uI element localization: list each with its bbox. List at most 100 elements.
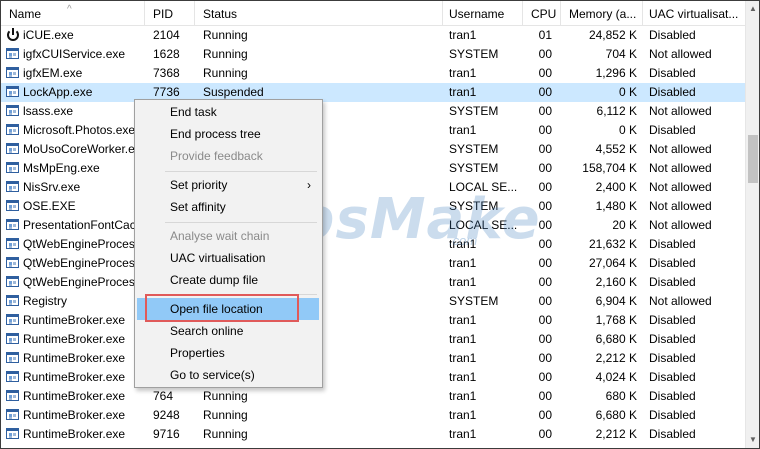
scroll-up-arrow-icon[interactable]: ▲ [746,1,759,17]
process-cpu: 00 [538,408,552,422]
process-window-icon [6,257,19,268]
process-uac: Not allowed [649,199,712,213]
table-row[interactable]: igfxEM.exe 7368 Running tran1 00 1,296 K Disab… [1,64,745,83]
process-name: Registry [23,294,68,308]
table-row[interactable]: RuntimeBroker.exe tran1 00 4,024 K Disabled [1,368,745,387]
process-name: lsass.exe [23,104,74,118]
process-window-icon [6,352,19,363]
process-name: MoUsoCoreWorker.exe [23,142,135,156]
column-header-cpu[interactable]: CPU [523,1,561,25]
table-row[interactable]: MsMpEng.exe SYSTEM 00 158,704 K Not allowed [1,159,745,178]
column-header-memory[interactable]: Memory (a... [561,1,643,25]
process-memory: 680 K [605,389,637,403]
table-row[interactable]: RuntimeBroker.exe 9716 Running tran1 00 2,212… [1,425,745,444]
table-row[interactable]: RuntimeBroker.exe tran1 00 6,680 K Disabled [1,330,745,349]
table-row[interactable]: QtWebEngineProcess.exe tran1 00 27,064 K Dis… [1,254,745,273]
process-username: tran1 [449,123,477,137]
process-memory: 1,296 K [595,66,637,80]
process-window-icon [6,276,19,287]
process-username: tran1 [449,351,477,365]
table-row[interactable]: RuntimeBroker.exe 9248 Running tran1 00 6,680… [1,406,745,425]
menu-item-provide-feedback: Provide feedback [137,145,319,167]
process-name: RuntimeBroker.exe [23,351,126,365]
table-row[interactable]: iCUE.exe 2104 Running tran1 01 24,852 K Disabl… [1,26,745,45]
highlight-callout-box [145,294,299,322]
vertical-scrollbar[interactable]: ▲ ▼ [745,1,759,448]
task-manager-details: Name ^ PID Status Username CPU Memory (a… [0,0,760,449]
menu-item-go-to-services[interactable]: Go to service(s) [137,364,319,386]
menu-item-end-process-tree[interactable]: End process tree [137,123,319,145]
column-header-username[interactable]: Username [441,1,523,25]
table-row[interactable]: QtWebEngineProcess.exe tran1 00 2,160 K Disa… [1,273,745,292]
process-username: tran1 [449,66,477,80]
process-window-icon [6,67,19,78]
process-uac: Disabled [649,408,696,422]
menu-item-analyse-wait-chain: Analyse wait chain [137,225,319,247]
menu-item-search-online[interactable]: Search online [137,320,319,342]
process-cpu: 00 [538,47,552,61]
process-cpu: 00 [538,389,552,403]
process-username: SYSTEM [449,47,499,61]
table-row[interactable]: MoUsoCoreWorker.exe SYSTEM 00 4,552 K Not al… [1,140,745,159]
menu-item-label: End task [170,105,217,119]
process-window-icon [6,390,19,401]
process-window-icon [6,238,19,249]
column-header-name[interactable]: Name ^ [1,1,145,25]
process-name: RuntimeBroker.exe [23,313,126,327]
process-name: LockApp.exe [23,85,93,99]
column-uac-label: UAC virtualisat... [649,7,739,21]
table-row[interactable]: RuntimeBroker.exe 764 Running tran1 00 680 K D… [1,387,745,406]
sort-up-icon: ^ [67,4,72,15]
process-name: MsMpEng.exe [23,161,100,175]
process-uac: Disabled [649,237,696,251]
table-row[interactable]: igfxCUIService.exe 1628 Running SYSTEM 00 704… [1,45,745,64]
table-row[interactable]: RuntimeBroker.exe tran1 00 1,768 K Disabled [1,311,745,330]
menu-item-set-priority[interactable]: Set priority › [137,174,319,196]
process-name: OSE.EXE [23,199,76,213]
menu-item-uac-virtualisation[interactable]: UAC virtualisation [137,247,319,269]
watermark-suffix: .com [449,233,478,248]
process-memory: 6,112 K [596,104,637,118]
process-memory: 24,852 K [588,28,637,42]
table-row[interactable]: RuntimeBroker.exe tran1 00 2,212 K Disabled [1,349,745,368]
menu-item-properties[interactable]: Properties [137,342,319,364]
process-name: NisSrv.exe [23,180,81,194]
process-window-icon [6,295,19,306]
chevron-right-icon: › [307,178,311,192]
scrollbar-thumb[interactable] [748,135,758,183]
process-username: SYSTEM [449,142,499,156]
process-window-icon [6,162,19,173]
process-name: igfxCUIService.exe [23,47,126,61]
column-pid-label: PID [153,7,174,21]
process-cpu: 00 [538,313,552,327]
column-name-label: Name [9,7,42,21]
process-username: tran1 [449,85,477,99]
menu-item-create-dump-file[interactable]: Create dump file [137,269,319,291]
process-memory: 6,680 K [595,408,637,422]
column-header-pid[interactable]: PID [145,1,195,25]
process-uac: Not allowed [649,161,712,175]
process-pid: 1628 [153,47,180,61]
menu-item-label: Analyse wait chain [170,229,270,243]
column-header-status[interactable]: Status [195,1,443,25]
process-window-icon [6,124,19,135]
process-cpu: 00 [538,275,552,289]
process-name: QtWebEngineProcess.exe [23,237,135,251]
process-name: QtWebEngineProcess.exe [23,275,135,289]
process-uac: Not allowed [649,104,712,118]
process-memory: 4,024 K [595,370,637,384]
column-header-uac[interactable]: UAC virtualisat... [641,1,745,25]
table-row[interactable]: Registry SYSTEM 00 6,904 K Not allowed [1,292,745,311]
process-username: tran1 [449,370,477,384]
table-row[interactable]: lsass.exe SYSTEM 00 6,112 K Not allowed [1,102,745,121]
process-memory: 20 K [612,218,637,232]
menu-item-set-affinity[interactable]: Set affinity [137,196,319,218]
table-row[interactable]: LockApp.exe 7736 Suspended tran1 00 0 K Disabl… [1,83,745,102]
process-uac: Disabled [649,256,696,270]
process-name: PresentationFontCache.exe [23,218,135,232]
table-row[interactable]: Microsoft.Photos.exe tran1 00 0 K Disabled [1,121,745,140]
menu-separator [165,222,317,223]
menu-item-label: UAC virtualisation [170,251,266,265]
menu-item-end-task[interactable]: End task [137,101,319,123]
scroll-down-arrow-icon[interactable]: ▼ [746,432,759,448]
